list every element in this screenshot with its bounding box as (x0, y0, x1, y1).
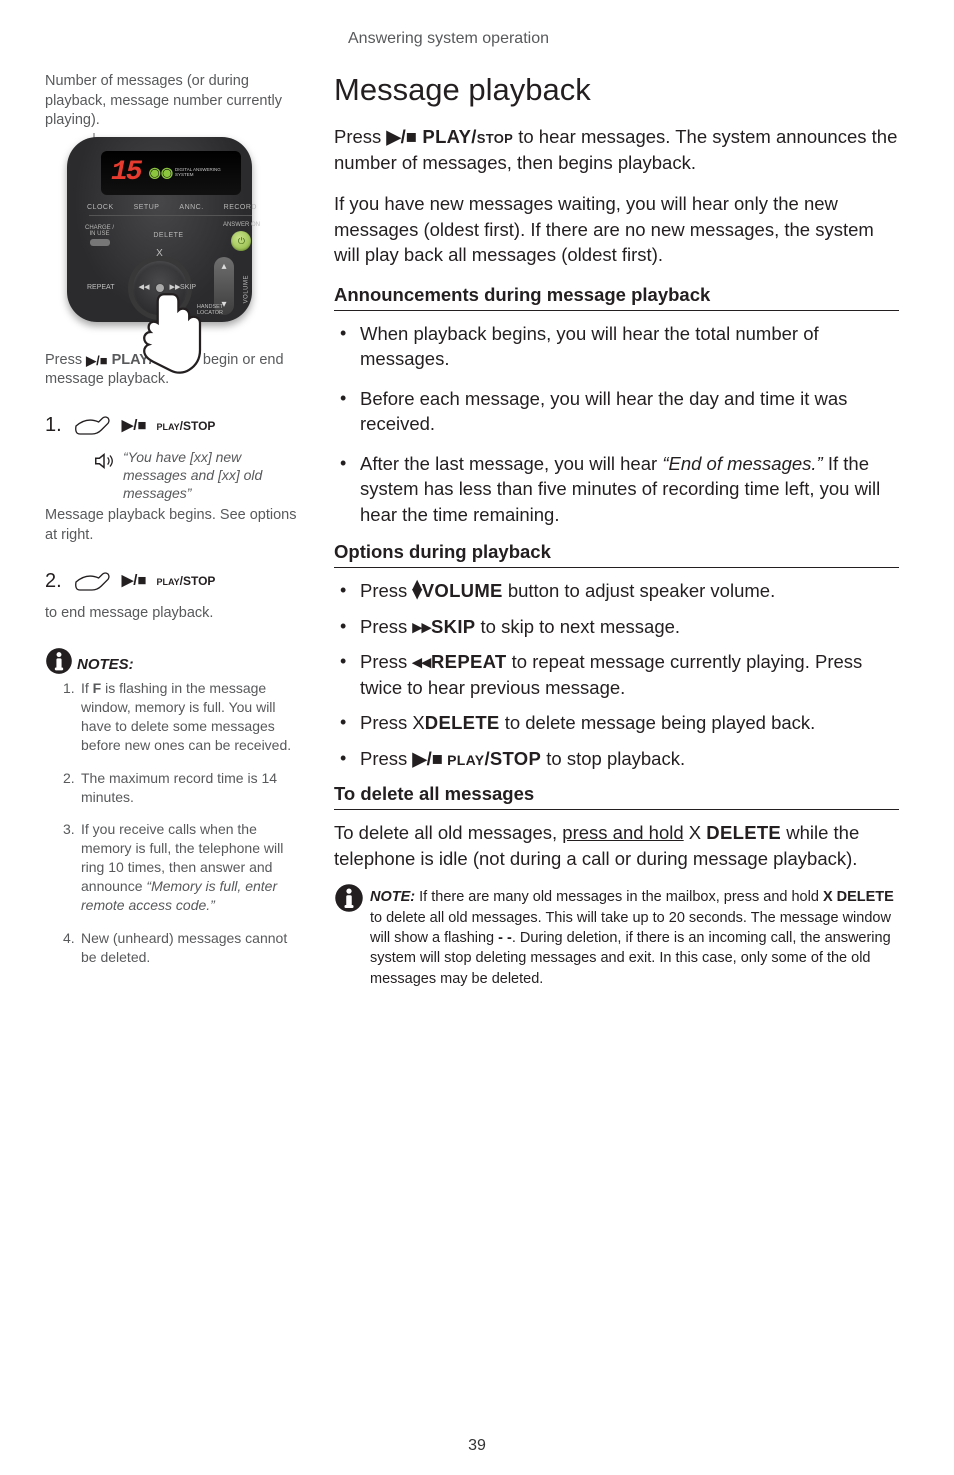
message-count-display: 15 (111, 154, 141, 192)
device-illustration: 15 ◉◉DIGITAL ANSWERING SYSTEM CLOCK SETU… (55, 137, 265, 347)
note-item: If F is flashing in the message window, … (63, 679, 300, 755)
intro-paragraph-1: Press ▶/■ PLAY/STOP to hear messages. Th… (334, 124, 899, 175)
list-item: When playback begins, you will hear the … (334, 321, 899, 372)
list-item: Press ◂◂REPEAT to repeat message current… (334, 649, 899, 700)
play-stop-icon: ▶/■ (412, 748, 443, 769)
notes-list: If F is flashing in the message window, … (45, 679, 300, 967)
play-stop-label: PLAY/STOP (156, 573, 215, 589)
repeat-label: REPEAT (87, 283, 115, 292)
list-item: Before each message, you will hear the d… (334, 386, 899, 437)
announcements-heading: Announcements during message playback (334, 284, 899, 311)
play-stop-icon: ▶/■ (122, 416, 147, 436)
left-column: Number of messages (or during playback, … (45, 72, 300, 989)
power-icon: ⏻ (231, 231, 251, 251)
list-item: Press ▸▸SKIP to skip to next message. (334, 614, 899, 640)
voice-prompt: “You have [xx] new messages and [xx] old… (93, 448, 300, 503)
rew-icon: ◂◂ (412, 651, 431, 672)
hand-press-icon (119, 287, 209, 377)
delete-paragraph: To delete all old messages, press and ho… (334, 820, 899, 871)
list-item: After the last message, you will hear “E… (334, 451, 899, 528)
list-item: Press ▴▾VOLUME button to adjust speaker … (334, 578, 899, 604)
notes-title: NOTES: (77, 655, 134, 675)
step-2: 2. ▶/■ PLAY/STOP (45, 568, 300, 596)
step-1-number: 1. (45, 412, 62, 439)
record-label: RECORD (224, 203, 257, 212)
section-header: Answering system operation (348, 30, 899, 48)
vol-up-icon: ▴ (221, 262, 226, 272)
speaker-icon (93, 450, 115, 472)
note-item: New (unheard) messages cannot be deleted… (63, 929, 300, 967)
volume-arrows-icon: ▴▾ (412, 579, 421, 598)
play-stop-icon: ▶/■ (86, 353, 107, 368)
intro-caption: Number of messages (or during playback, … (45, 72, 300, 131)
page-number: 39 (0, 1437, 954, 1455)
note-item: If you receive calls when the memory is … (63, 820, 300, 914)
step-1-caption: Message playback begins. See options at … (45, 506, 300, 545)
play-stop-icon: ▶/■ (122, 571, 147, 591)
answer-label: ANSWER ON (223, 221, 260, 229)
charge-label: CHARGE / IN USE (85, 225, 114, 237)
note-body: If there are many old messages in the ma… (370, 889, 894, 986)
play-stop-icon: ▶/■ (386, 126, 417, 147)
press-gesture-icon (72, 568, 112, 596)
options-heading: Options during playback (334, 541, 899, 568)
info-icon (334, 883, 364, 913)
step-2-caption: to end message playback. (45, 604, 300, 624)
voice-prompt-text: “You have [xx] new messages and [xx] old… (123, 448, 300, 503)
ffwd-icon: ▸▸ (412, 616, 431, 637)
announcements-list: When playback begins, you will hear the … (334, 321, 899, 528)
volume-label: VOLUME (242, 275, 250, 303)
list-item: Press XDELETE to delete message being pl… (334, 710, 899, 736)
delete-heading: To delete all messages (334, 783, 899, 810)
step-1: 1. ▶/■ PLAY/STOP (45, 412, 300, 440)
page-title: Message playback (334, 72, 899, 108)
brand-sub: DIGITAL ANSWERING SYSTEM (175, 168, 231, 177)
list-item: Press ▶/■ PLAY/STOP to stop playback. (334, 746, 899, 772)
setup-label: SETUP (134, 203, 160, 212)
tape-icon: ◉◉ (149, 163, 173, 182)
right-column: Message playback Press ▶/■ PLAY/STOP to … (334, 72, 899, 989)
note-item: The maximum record time is 14 minutes. (63, 769, 300, 807)
press-gesture-icon (72, 412, 112, 440)
annc-label: ANNC. (179, 203, 203, 212)
note-lead: NOTE: (370, 889, 415, 905)
x-label: X (156, 247, 163, 261)
intro-paragraph-2: If you have new messages waiting, you wi… (334, 191, 899, 268)
footer-note: NOTE: If there are many old messages in … (334, 887, 899, 988)
charge-led (90, 239, 110, 246)
step-2-number: 2. (45, 568, 62, 595)
notes-heading: NOTES: (45, 647, 300, 675)
clock-label: CLOCK (87, 203, 114, 212)
options-list: Press ▴▾VOLUME button to adjust speaker … (334, 578, 899, 771)
info-icon (45, 647, 73, 675)
delete-label: DELETE (153, 231, 183, 240)
play-stop-label: PLAY/STOP (156, 418, 215, 434)
